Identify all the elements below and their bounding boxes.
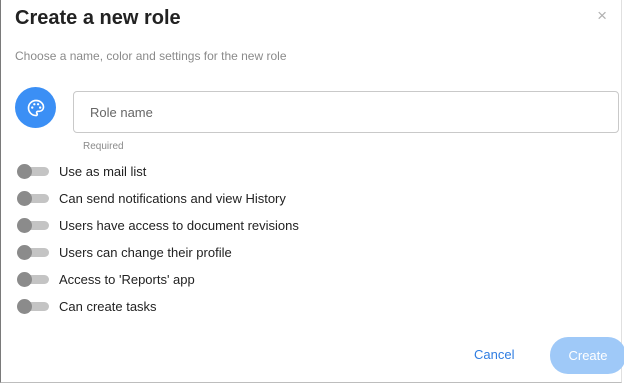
toggle-mail-list[interactable]: Use as mail list bbox=[17, 160, 417, 182]
toggle-document-revisions[interactable]: Users have access to document revisions bbox=[17, 214, 417, 236]
toggle-switch[interactable] bbox=[17, 191, 49, 206]
toggle-switch[interactable] bbox=[17, 218, 49, 233]
toggle-label: Can send notifications and view History bbox=[59, 190, 286, 206]
toggle-label: Use as mail list bbox=[59, 163, 147, 179]
toggle-change-profile[interactable]: Users can change their profile bbox=[17, 241, 417, 263]
palette-icon bbox=[27, 99, 44, 116]
cancel-button[interactable]: Cancel bbox=[474, 347, 514, 362]
role-name-helper: Required bbox=[83, 141, 124, 152]
dialog-subtitle: Choose a name, color and settings for th… bbox=[15, 49, 287, 63]
toggle-reports-app[interactable]: Access to 'Reports' app bbox=[17, 268, 417, 290]
role-name-input[interactable] bbox=[73, 91, 619, 133]
toggle-switch[interactable] bbox=[17, 164, 49, 179]
role-color-button[interactable] bbox=[15, 87, 56, 128]
toggle-label: Users can change their profile bbox=[59, 244, 232, 260]
close-icon[interactable]: × bbox=[597, 7, 607, 25]
toggle-switch[interactable] bbox=[17, 245, 49, 260]
toggle-create-tasks[interactable]: Can create tasks bbox=[17, 295, 417, 317]
toggle-switch[interactable] bbox=[17, 272, 49, 287]
toggle-notifications-history[interactable]: Can send notifications and view History bbox=[17, 187, 417, 209]
create-role-dialog: Create a new role × Choose a name, color… bbox=[0, 0, 624, 383]
toggle-label: Access to 'Reports' app bbox=[59, 271, 195, 287]
create-button[interactable]: Create bbox=[550, 337, 624, 374]
dialog-title: Create a new role bbox=[15, 7, 181, 29]
toggle-label: Users have access to document revisions bbox=[59, 217, 299, 233]
toggle-label: Can create tasks bbox=[59, 298, 157, 314]
toggle-switch[interactable] bbox=[17, 299, 49, 314]
